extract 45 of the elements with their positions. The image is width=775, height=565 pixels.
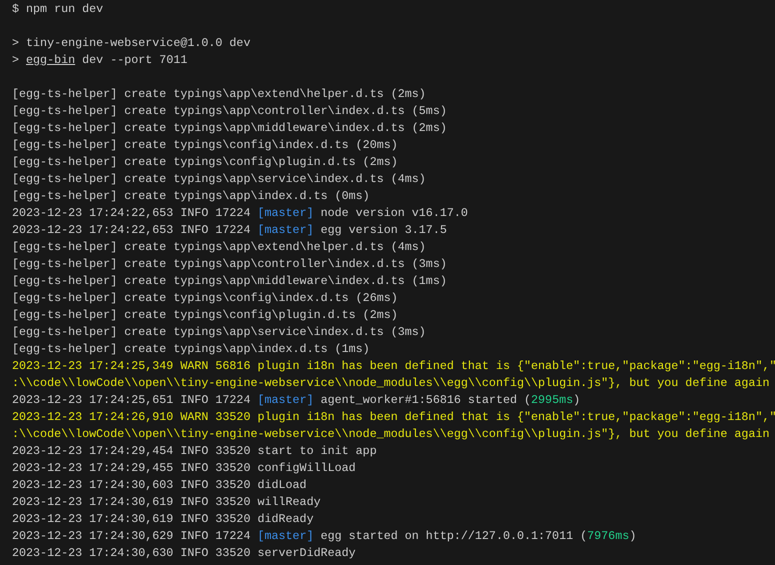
log-text: [egg-ts-helper] create typings\app\controller\index.d.ts (3ms) <box>12 257 447 271</box>
log-text: [egg-ts-helper] create typings\app\controller\index.d.ts (5ms) <box>12 104 447 118</box>
log-text: [egg-ts-helper] create typings\config\plugin.d.ts (2ms) <box>12 155 398 169</box>
log-text: [egg-ts-helper] create typings\config\index.d.ts (26ms) <box>12 291 398 305</box>
log-text: [egg-ts-helper] create typings\app\middleware\index.d.ts (2ms) <box>12 121 447 135</box>
log-text: egg version 3.17.5 <box>320 223 447 237</box>
log-text: [egg-ts-helper] create typings\app\index.d.ts (0ms) <box>12 189 370 203</box>
log-text: node version v16.17.0 <box>320 206 468 220</box>
log-text: [egg-ts-helper] create typings\app\extend\helper.d.ts (4ms) <box>12 240 426 254</box>
log-text: [egg-ts-helper] create typings\app\service\index.d.ts (4ms) <box>12 172 426 186</box>
process-tag: [master] <box>257 393 314 407</box>
log-text: [egg-ts-helper] create typings\config\index.d.ts (20ms) <box>12 138 398 152</box>
warning-text: 2023-12-23 17:24:25,349 WARN 56816 plugin i18n has been defined that is {"enable":true,"package":"egg-i18n"," <box>12 359 775 373</box>
log-text: > tiny-engine-webservice@1.0.0 dev <box>12 36 250 50</box>
log-text: dev --port 7011 <box>81 53 188 67</box>
log-text: [egg-ts-helper] create typings\app\service\index.d.ts (3ms) <box>12 325 426 339</box>
log-text: agent_worker#1:56816 started ( <box>320 393 532 407</box>
log-text: 2023-12-23 17:24:29,455 INFO 33520 configWillLoad <box>12 461 356 475</box>
log-text: 2023-12-23 17:24:30,630 INFO 33520 serverDidReady <box>12 546 356 560</box>
log-text: ) <box>629 529 636 543</box>
log-text: 2023-12-23 17:24:22,653 INFO 17224 <box>12 206 252 220</box>
log-text: [egg-ts-helper] create typings\config\plugin.d.ts (2ms) <box>12 308 398 322</box>
duration-text: 7976ms <box>587 529 630 543</box>
log-text: > <box>12 53 20 67</box>
command-link[interactable]: egg-bin <box>26 53 76 67</box>
log-text: 2023-12-23 17:24:30,619 INFO 33520 willReady <box>12 495 321 509</box>
warning-text: :\\code\\lowCode\\open\\tiny-engine-webservice\\node_modules\\egg\\config\\plugin.js"}, but you define again <box>12 427 770 441</box>
log-text: 2023-12-23 17:24:30,603 INFO 33520 didLoad <box>12 478 307 492</box>
log-text: egg started on http://127.0.0.1:7011 ( <box>320 529 588 543</box>
log-text: 2023-12-23 17:24:30,619 INFO 33520 didReady <box>12 512 314 526</box>
process-tag: [master] <box>257 223 314 237</box>
warning-text: :\\code\\lowCode\\open\\tiny-engine-webservice\\node_modules\\egg\\config\\plugin.js"}, but you define again <box>12 376 770 390</box>
log-text: [egg-ts-helper] create typings\app\extend\helper.d.ts (2ms) <box>12 87 426 101</box>
warning-text: 2023-12-23 17:24:26,910 WARN 33520 plugin i18n has been defined that is {"enable":true,"package":"egg-i18n"," <box>12 410 775 424</box>
process-tag: [master] <box>257 206 314 220</box>
log-text: ) <box>573 393 580 407</box>
log-text: [egg-ts-helper] create typings\app\index.d.ts (1ms) <box>12 342 370 356</box>
log-text: [egg-ts-helper] create typings\app\middleware\index.d.ts (1ms) <box>12 274 447 288</box>
log-text: 2023-12-23 17:24:22,653 INFO 17224 <box>12 223 252 237</box>
duration-text: 2995ms <box>531 393 574 407</box>
log-text: 2023-12-23 17:24:29,454 INFO 33520 start to init app <box>12 444 377 458</box>
process-tag: [master] <box>257 529 314 543</box>
log-text: $ npm run dev <box>12 2 104 16</box>
log-text: 2023-12-23 17:24:30,629 INFO 17224 <box>12 529 252 543</box>
log-text: 2023-12-23 17:24:25,651 INFO 17224 <box>12 393 252 407</box>
